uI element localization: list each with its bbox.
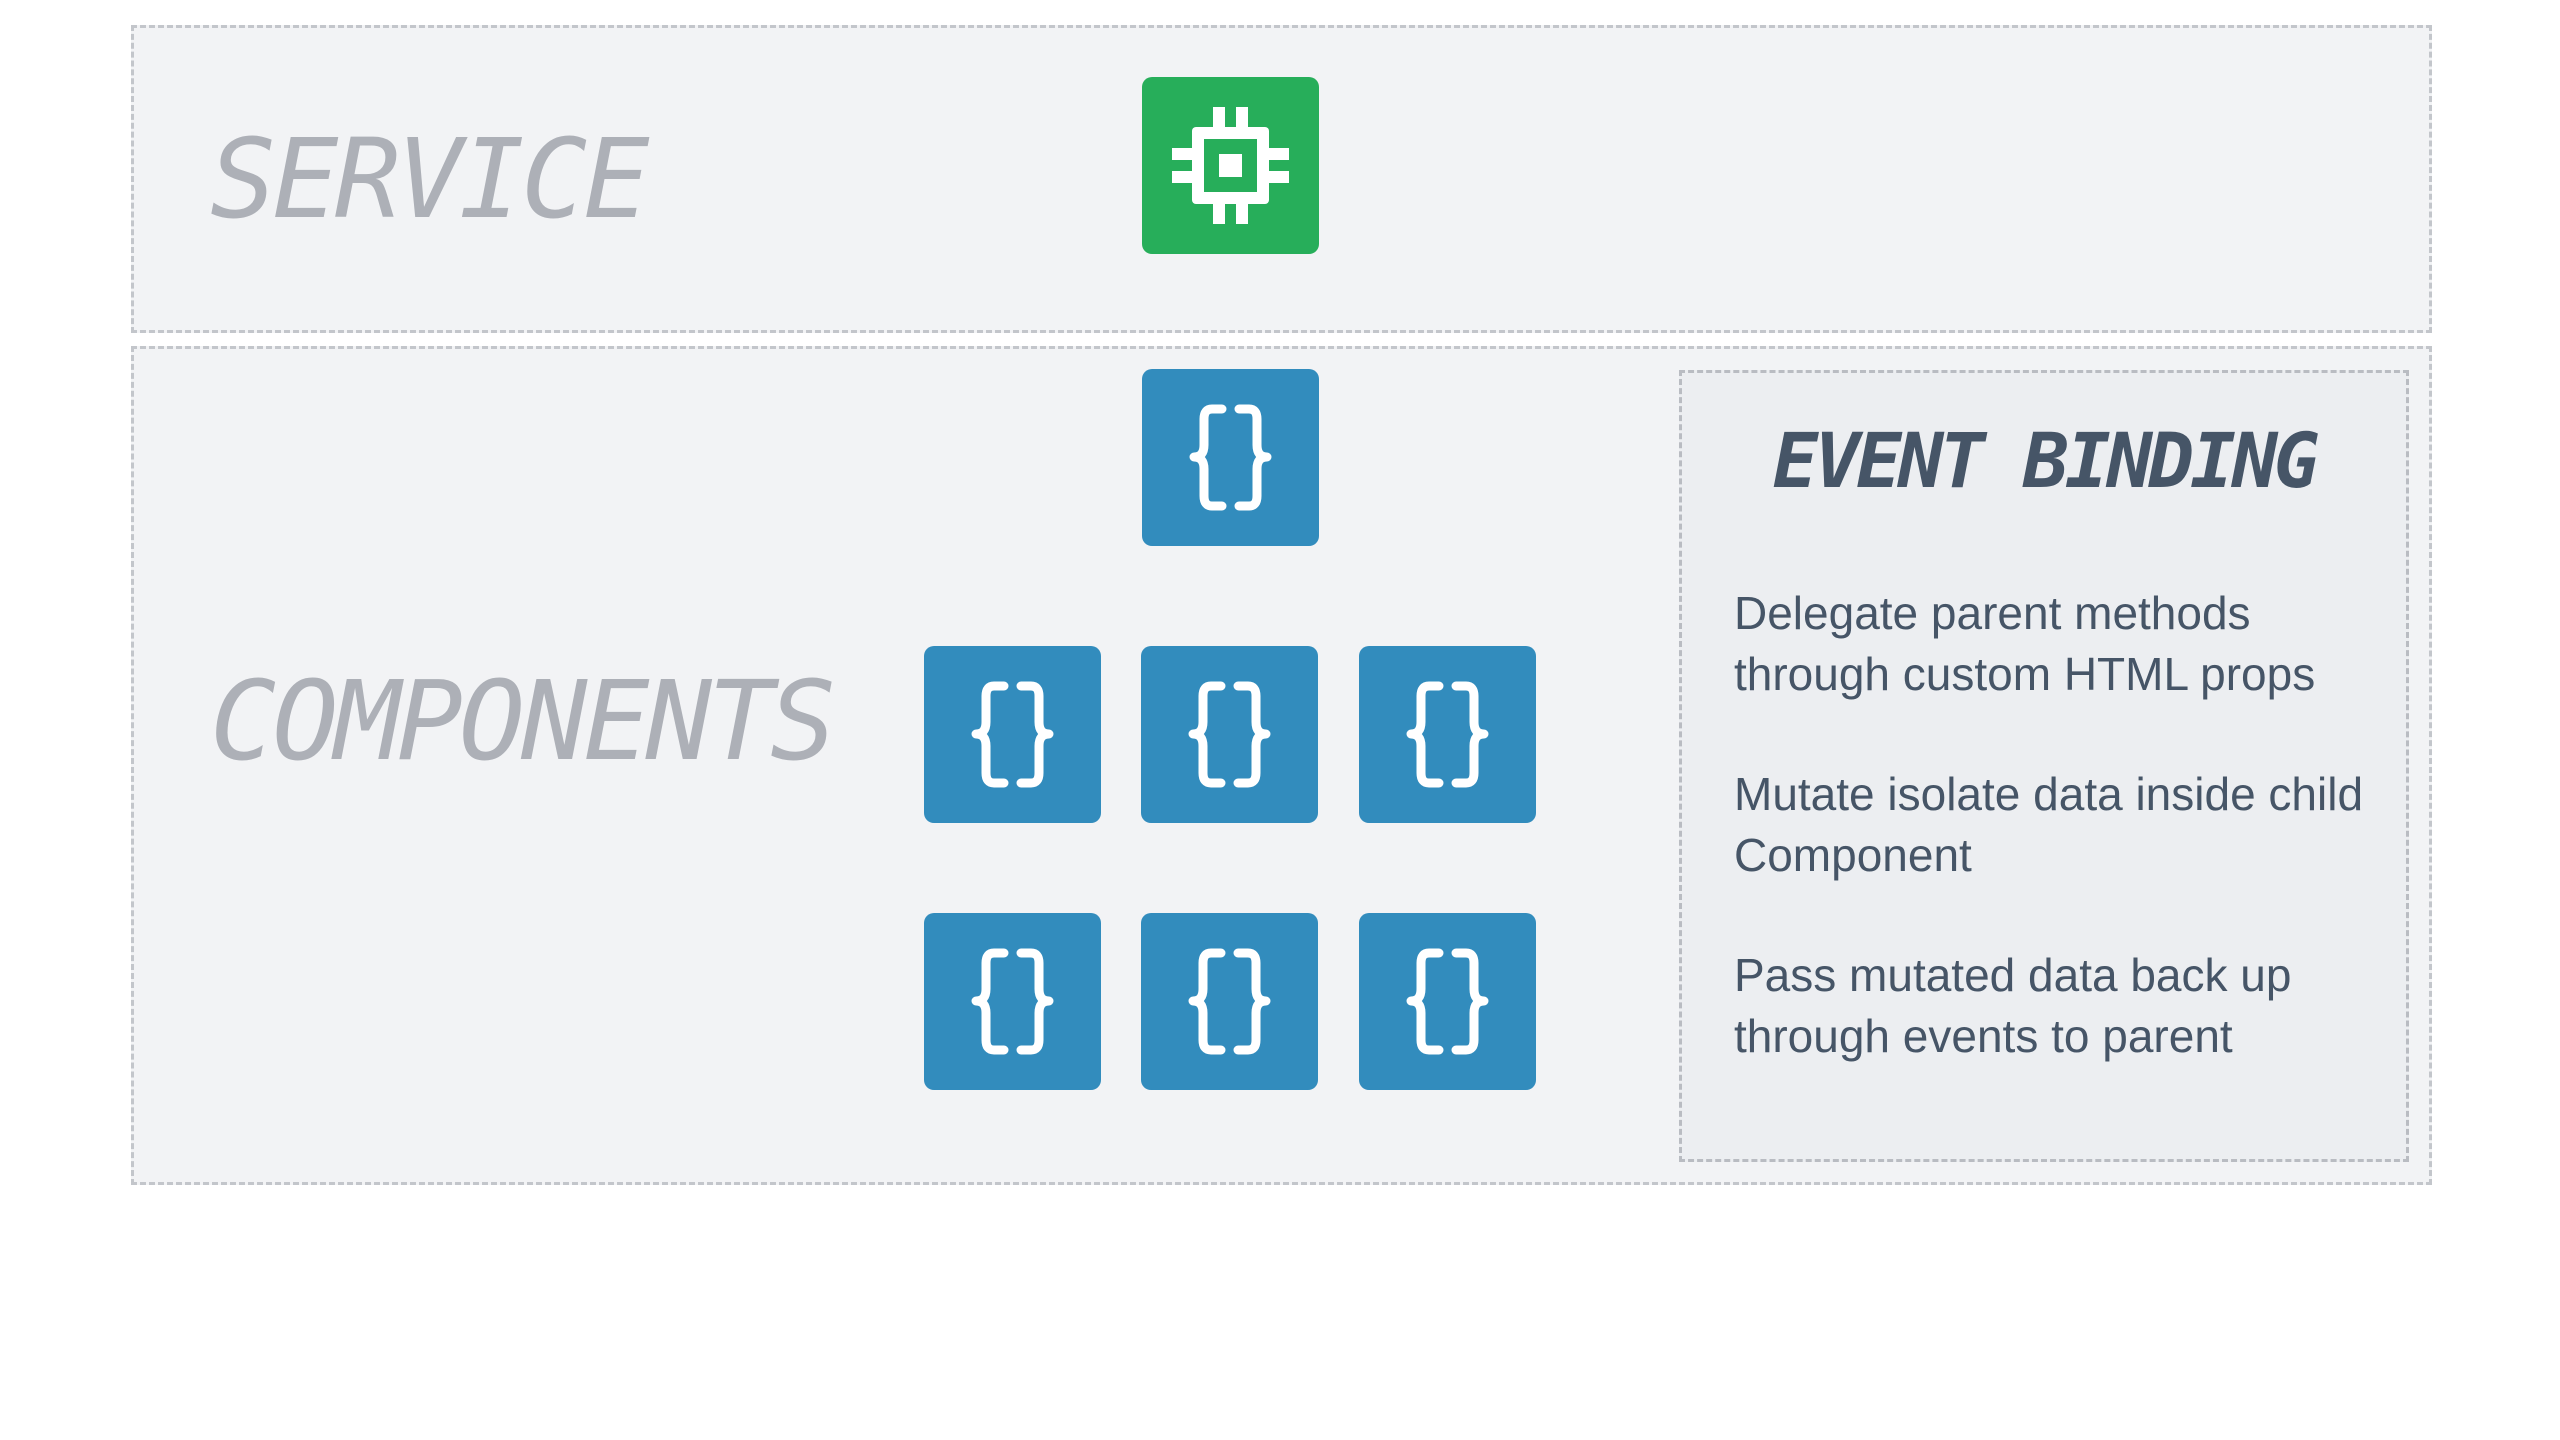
root-component — [1142, 369, 1319, 546]
panel-point: Mutate isolate data inside child Compone… — [1734, 768, 2364, 881]
panel-title: EVENT BINDING — [1772, 416, 2320, 505]
service-label: SERVICE — [210, 115, 650, 243]
components-label: COMPONENTS — [210, 657, 836, 785]
curly-braces-icon — [1188, 948, 1271, 1055]
child-component-1 — [924, 646, 1101, 823]
curly-braces-icon — [1188, 681, 1271, 788]
curly-braces-icon — [1189, 404, 1272, 511]
grandchild-component-2 — [1141, 913, 1318, 1090]
chip-icon — [1172, 107, 1289, 224]
panel-point: Delegate parent methods through custom H… — [1734, 587, 2316, 700]
event-binding-panel: EVENT BINDING Delegate parent methods th… — [1679, 370, 2409, 1162]
child-component-3 — [1359, 646, 1536, 823]
curly-braces-icon — [1406, 948, 1489, 1055]
curly-braces-icon — [971, 681, 1054, 788]
grandchild-component-1 — [924, 913, 1101, 1090]
grandchild-component-3 — [1359, 913, 1536, 1090]
curly-braces-icon — [971, 948, 1054, 1055]
curly-braces-icon — [1406, 681, 1489, 788]
child-component-2 — [1141, 646, 1318, 823]
panel-point: Pass mutated data back up through events… — [1734, 949, 2292, 1062]
service-node — [1142, 77, 1319, 254]
